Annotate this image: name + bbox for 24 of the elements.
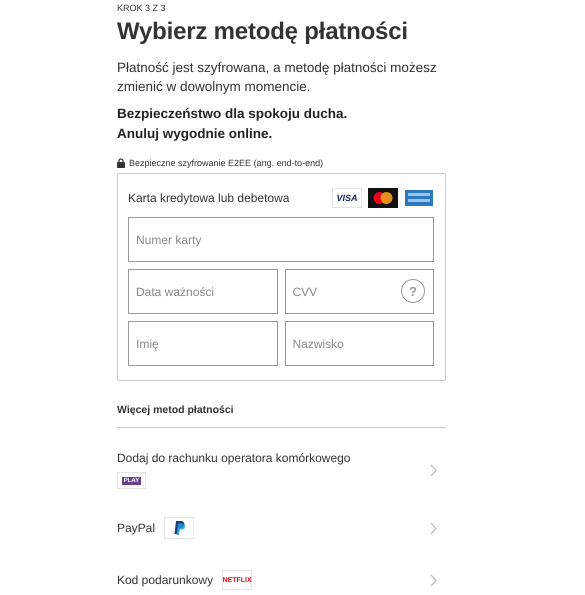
chevron-right-icon	[430, 464, 437, 476]
input-field[interactable]: Imię	[128, 321, 278, 366]
chevron-right-icon	[430, 574, 437, 586]
security-note: Bezpieczne szyfrowanie E2EE (ang. end-to-end)	[129, 158, 324, 168]
intro-text: Płatność jest szyfrowana, a metodę płatności możesz zmienić w dowolnym momencie.	[117, 59, 438, 96]
method-label: Dodaj do rachunku operatora komórkowego	[117, 451, 350, 465]
paypal-logo	[164, 517, 194, 539]
section-title: Więcej metod płatności	[117, 404, 234, 416]
lock-icon	[117, 158, 125, 168]
card-label: Karta kredytowa lub debetowa	[128, 191, 290, 205]
method-label: Kod podarunkowy	[117, 573, 214, 587]
payment-method-item[interactable]: PayPal	[117, 502, 446, 554]
input-field[interactable]: Data ważności	[128, 269, 278, 314]
method-label: PayPal	[117, 521, 156, 535]
chevron-right-icon	[430, 522, 437, 534]
amex-logo	[404, 188, 434, 208]
step-label: KROK 3 Z 3	[117, 2, 167, 14]
mastercard-logo	[368, 188, 398, 208]
input-field[interactable]: Nazwisko	[284, 321, 434, 366]
visa-logo: VISA	[332, 188, 362, 208]
highlight-text: Anuluj wygodnie online.	[117, 125, 274, 143]
page-title: Wybierz metodę płatności	[117, 18, 409, 46]
input-field[interactable]: Numer karty	[128, 217, 434, 262]
highlight-text: Bezpieczeństwo dla spokoju ducha.	[117, 105, 348, 123]
